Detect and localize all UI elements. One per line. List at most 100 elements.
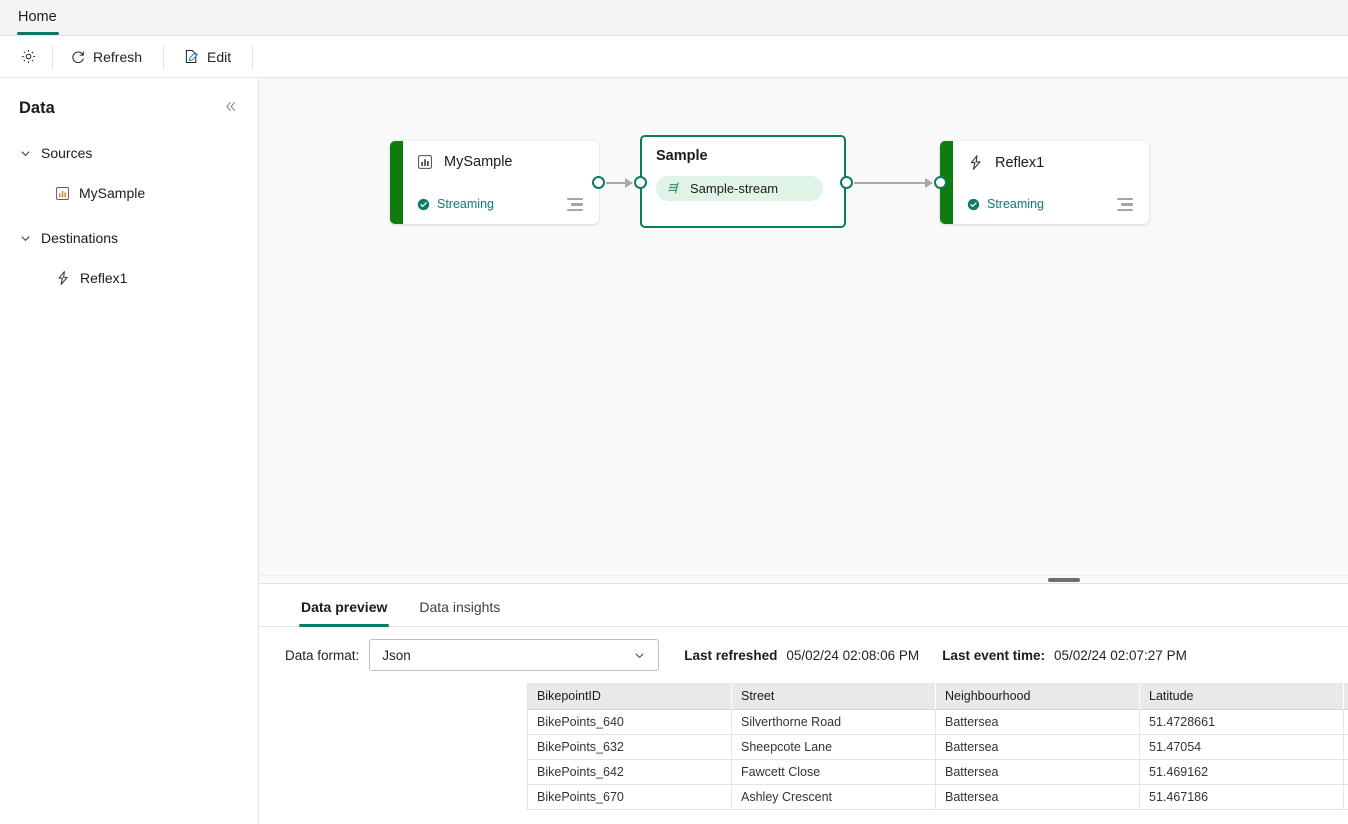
node-title: MySample bbox=[444, 154, 513, 170]
window-tab-strip: Home bbox=[0, 0, 1348, 36]
port-reflex1-input[interactable] bbox=[934, 176, 947, 189]
column-header-latitude[interactable]: Latitude bbox=[1139, 683, 1344, 710]
status-label: Streaming bbox=[987, 197, 1044, 212]
column-header-street[interactable]: Street bbox=[731, 683, 936, 710]
bottom-panel: Data preview Data insights Data format: … bbox=[259, 584, 1348, 824]
last-refreshed-value: 05/02/24 02:08:06 PM bbox=[786, 647, 920, 663]
cell-street: Silverthorne Road bbox=[731, 709, 936, 735]
chevron-down-icon bbox=[19, 147, 32, 160]
refresh-label: Refresh bbox=[93, 48, 143, 65]
chevron-down-icon bbox=[633, 649, 646, 662]
edge-mysample-to-sample[interactable] bbox=[606, 177, 633, 188]
column-header-neighbourhood[interactable]: Neighbourhood bbox=[935, 683, 1140, 710]
node-body: MySample Streaming bbox=[403, 141, 599, 224]
edge-sample-to-reflex1[interactable] bbox=[854, 177, 933, 188]
tab-data-preview-label: Data preview bbox=[301, 599, 388, 615]
sidebar-header: Data bbox=[0, 92, 258, 124]
status-label: Streaming bbox=[437, 197, 494, 212]
last-event-time-value: 05/02/24 02:07:27 PM bbox=[1053, 647, 1187, 663]
node-body: Reflex1 Streaming bbox=[953, 141, 1149, 224]
status-badge: Streaming bbox=[417, 197, 494, 211]
node-title-row: Reflex1 bbox=[967, 154, 1135, 171]
cell-longitude: -0.148059 bbox=[1343, 709, 1348, 735]
menu-lines-icon[interactable] bbox=[1115, 196, 1135, 214]
cell-neighbourhood: Battersea bbox=[935, 709, 1140, 735]
cell-bikepointid: BikePoints_670 bbox=[527, 784, 732, 810]
data-format-value: Json bbox=[382, 647, 411, 663]
cell-neighbourhood: Battersea bbox=[935, 734, 1140, 760]
stream-pill[interactable]: Sample-stream bbox=[656, 176, 823, 201]
eventstream-icon bbox=[667, 181, 682, 196]
column-header-longitude[interactable]: Longitude bbox=[1343, 683, 1348, 710]
refresh-icon bbox=[70, 49, 86, 65]
cell-neighbourhood: Battersea bbox=[935, 784, 1140, 810]
cell-street: Ashley Crescent bbox=[731, 784, 936, 810]
cell-neighbourhood: Battersea bbox=[935, 759, 1140, 785]
cell-latitude: 51.467186 bbox=[1139, 784, 1344, 810]
column-header-bikepointid[interactable]: BikepointID bbox=[527, 683, 732, 710]
panel-splitter[interactable] bbox=[259, 575, 1348, 584]
toolbar-divider-2 bbox=[163, 45, 165, 68]
cell-street: Fawcett Close bbox=[731, 759, 936, 785]
check-circle-icon bbox=[417, 198, 430, 211]
port-mysample-output[interactable] bbox=[592, 176, 605, 189]
table-row[interactable]: BikePoints_670 Ashley Crescent Battersea… bbox=[527, 784, 1348, 810]
tab-home[interactable]: Home bbox=[0, 0, 73, 35]
edit-button[interactable]: Edit bbox=[173, 42, 241, 72]
sidebar-group-sources[interactable]: Sources bbox=[0, 137, 258, 169]
bar-chart-icon bbox=[55, 186, 70, 201]
node-mysample[interactable]: MySample Streaming bbox=[390, 141, 599, 224]
table-head: BikepointID Street Neighbourhood Latitud… bbox=[527, 683, 1348, 710]
sidebar-group-destinations-label: Destinations bbox=[41, 230, 119, 246]
data-preview-table: BikepointID Street Neighbourhood Latitud… bbox=[527, 683, 1348, 810]
chevron-down-icon bbox=[19, 232, 32, 245]
sidebar-item-mysample[interactable]: MySample bbox=[0, 177, 258, 209]
edit-label: Edit bbox=[207, 48, 232, 65]
node-sample[interactable]: Sample Sample-stream bbox=[640, 135, 846, 228]
preview-meta-row: Data format: Json Last refreshed 05/02/2… bbox=[259, 627, 1348, 683]
cell-bikepointid: BikePoints_632 bbox=[527, 734, 732, 760]
check-circle-icon bbox=[967, 198, 980, 211]
cell-latitude: 51.47054 bbox=[1139, 734, 1344, 760]
port-sample-input[interactable] bbox=[634, 176, 647, 189]
splitter-grip[interactable] bbox=[1047, 577, 1080, 582]
settings-button[interactable] bbox=[12, 42, 45, 72]
node-reflex1[interactable]: Reflex1 Streaming bbox=[940, 141, 1149, 224]
cell-latitude: 51.4728661 bbox=[1139, 709, 1344, 735]
sidebar-item-mysample-label: MySample bbox=[79, 185, 146, 201]
status-badge: Streaming bbox=[967, 197, 1044, 211]
bar-chart-icon bbox=[417, 154, 433, 170]
lightning-bolt-icon bbox=[55, 270, 71, 286]
sidebar-item-reflex1-label: Reflex1 bbox=[80, 270, 128, 286]
chevron-double-left-icon[interactable] bbox=[220, 96, 241, 120]
tab-data-insights-label: Data insights bbox=[419, 599, 501, 615]
table-row[interactable]: BikePoints_642 Fawcett Close Battersea 5… bbox=[527, 759, 1348, 785]
tab-data-insights[interactable]: Data insights bbox=[403, 599, 516, 626]
table-row[interactable]: BikePoints_640 Silverthorne Road Batters… bbox=[527, 709, 1348, 735]
refresh-button[interactable]: Refresh bbox=[60, 42, 152, 72]
cell-longitude: -0.163041 bbox=[1343, 734, 1348, 760]
port-sample-output[interactable] bbox=[840, 176, 853, 189]
cell-street: Sheepcote Lane bbox=[731, 734, 936, 760]
cell-bikepointid: BikePoints_640 bbox=[527, 709, 732, 735]
data-preview-table-wrap[interactable]: BikepointID Street Neighbourhood Latitud… bbox=[0, 683, 1348, 824]
data-format-select[interactable]: Json bbox=[369, 639, 660, 671]
node-title-row: MySample bbox=[417, 154, 585, 170]
edit-pencil-icon bbox=[183, 48, 200, 65]
table-row[interactable]: BikePoints_632 Sheepcote Lane Battersea … bbox=[527, 734, 1348, 760]
node-footer: Streaming bbox=[967, 196, 1135, 214]
tab-home-label: Home bbox=[18, 9, 57, 25]
sidebar-group-destinations[interactable]: Destinations bbox=[0, 222, 258, 254]
gear-icon bbox=[20, 48, 37, 65]
tab-data-preview[interactable]: Data preview bbox=[285, 599, 403, 627]
node-title: Reflex1 bbox=[995, 154, 1045, 171]
eventstream-canvas[interactable]: MySample Streaming Sample Sample-stream … bbox=[259, 78, 1348, 575]
preview-tabs: Data preview Data insights bbox=[259, 584, 1348, 627]
stream-pill-label: Sample-stream bbox=[690, 181, 779, 196]
sidebar-item-reflex1[interactable]: Reflex1 bbox=[0, 262, 258, 294]
toolbar-divider-1 bbox=[52, 45, 53, 68]
menu-lines-icon[interactable] bbox=[565, 196, 585, 214]
toolbar-divider-3 bbox=[252, 45, 254, 68]
table-header-row: BikepointID Street Neighbourhood Latitud… bbox=[527, 683, 1348, 710]
node-accent-bar bbox=[390, 141, 403, 224]
